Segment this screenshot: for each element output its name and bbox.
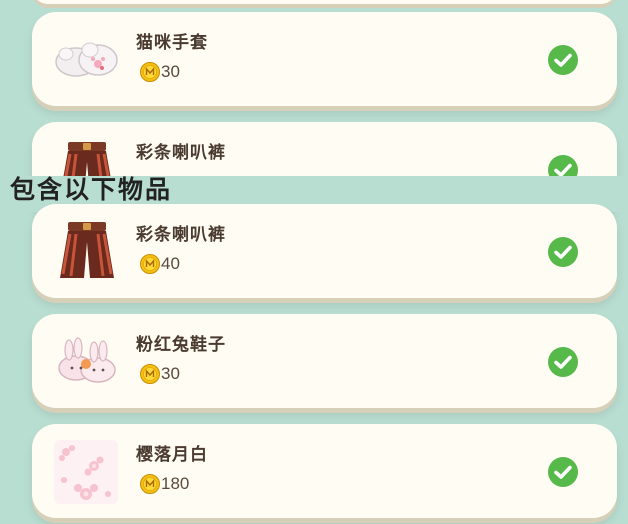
previous-item-card [32,0,617,4]
coin-icon [140,364,160,384]
coin-icon [140,474,160,494]
item-card-sakura-pattern[interactable]: 樱落月白 180 [32,424,617,518]
owned-check-icon [547,346,579,378]
item-price: 180 [140,474,189,494]
sakura-pattern-icon [50,436,122,506]
cat-gloves-icon [50,24,122,94]
shop-item-list: 猫咪手套 30 彩条喇叭裤 包含以下物品 彩条喇叭裤 40 粉红兔鞋子 30 樱… [0,0,628,524]
striped-bell-bottoms-icon [50,216,122,286]
item-name: 彩条喇叭裤 [136,143,226,163]
item-price: 30 [140,364,180,384]
price-value: 30 [161,62,180,81]
section-title: 包含以下物品 [10,175,173,204]
item-card-cat-gloves[interactable]: 猫咪手套 30 [32,12,617,106]
price-value: 30 [161,364,180,383]
item-name: 彩条喇叭裤 [136,225,226,245]
item-name: 樱落月白 [136,445,208,465]
price-value: 40 [161,254,180,273]
owned-check-icon [547,44,579,76]
coin-icon [140,254,160,274]
item-card-striped-bell-bottoms[interactable]: 彩条喇叭裤 40 [32,204,617,298]
item-card-pink-bunny-shoes[interactable]: 粉红兔鞋子 30 [32,314,617,408]
owned-check-icon [547,456,579,488]
item-price: 30 [140,62,180,82]
item-price: 40 [140,254,180,274]
coin-icon [140,62,160,82]
price-value: 180 [161,474,190,493]
owned-check-icon [547,236,579,268]
item-name: 粉红兔鞋子 [136,335,226,355]
pink-bunny-shoes-icon [50,326,122,396]
item-name: 猫咪手套 [136,33,208,53]
